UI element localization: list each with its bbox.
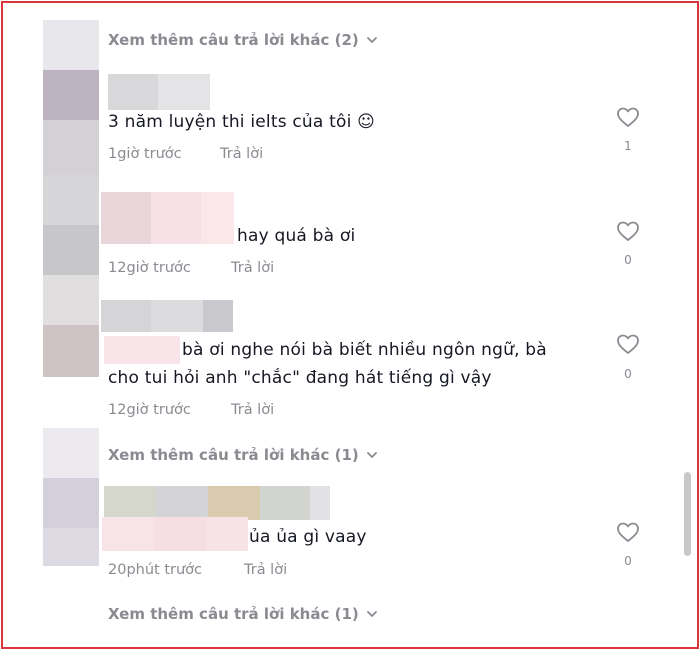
heart-outline-icon (617, 221, 639, 241)
heart-outline-icon (617, 522, 639, 542)
view-more-replies-label: Xem thêm câu trả lời khác (2) (108, 31, 359, 49)
like-button[interactable] (615, 333, 641, 355)
username-redacted[interactable] (310, 486, 330, 520)
avatar[interactable] (43, 70, 99, 120)
avatar[interactable] (43, 428, 99, 478)
chevron-down-icon (366, 37, 377, 43)
heart-outline-icon (617, 334, 639, 354)
username-redacted[interactable] (203, 300, 233, 332)
view-more-replies-button[interactable]: Xem thêm câu trả lời khác (2) (108, 31, 379, 49)
comment-timestamp: 12giờ trước (108, 402, 191, 418)
comment-timestamp: 1giờ trước (108, 146, 182, 162)
reply-button[interactable]: Trả lời (220, 146, 263, 162)
like-count: 0 (624, 367, 632, 381)
comment-text-line: bà ơi nghe nói bà biết nhiều ngôn ngữ, b… (182, 340, 547, 360)
username-redacted[interactable] (108, 74, 158, 110)
avatar[interactable] (43, 175, 99, 225)
username-redacted[interactable] (206, 517, 248, 551)
comment-text: ủa ủa gì vaay (249, 527, 367, 547)
view-more-replies-button[interactable]: Xem thêm câu trả lời khác (1) (108, 446, 379, 464)
comment-text: 3 năm luyện thi ielts của tôi ☺ (108, 112, 376, 132)
like-button[interactable] (615, 220, 641, 242)
like-button[interactable] (615, 521, 641, 543)
chevron-down-icon (366, 452, 377, 458)
username-redacted[interactable] (154, 517, 206, 551)
avatar[interactable] (43, 325, 99, 377)
avatar[interactable] (43, 275, 99, 325)
chevron-down-icon (366, 611, 377, 617)
comment-timestamp: 12giờ trước (108, 260, 191, 276)
username-redacted[interactable] (151, 192, 201, 244)
username-redacted[interactable] (102, 517, 154, 551)
heart-outline-icon (617, 107, 639, 127)
avatar[interactable] (43, 528, 99, 566)
comment-text: hay quá bà ơi (237, 226, 356, 246)
reply-button[interactable]: Trả lời (244, 562, 287, 578)
reply-button[interactable]: Trả lời (231, 402, 274, 418)
like-count: 1 (624, 139, 632, 153)
like-button[interactable] (615, 106, 641, 128)
username-redacted[interactable] (208, 486, 260, 520)
username-redacted[interactable] (104, 486, 156, 520)
view-more-replies-label: Xem thêm câu trả lời khác (1) (108, 605, 359, 623)
avatar[interactable] (43, 120, 99, 175)
like-count: 0 (624, 554, 632, 568)
scrollbar-thumb[interactable] (684, 472, 691, 556)
avatar[interactable] (43, 478, 99, 528)
username-redacted[interactable] (101, 300, 151, 332)
username-redacted[interactable] (260, 486, 310, 520)
username-redacted[interactable] (104, 336, 180, 364)
username-redacted[interactable] (158, 74, 210, 110)
reply-button[interactable]: Trả lời (231, 260, 274, 276)
avatar[interactable] (43, 20, 99, 70)
username-redacted[interactable] (101, 192, 151, 244)
comment-text-line: cho tui hỏi anh "chắc" đang hát tiếng gì… (108, 368, 492, 388)
username-redacted[interactable] (156, 486, 208, 520)
avatar[interactable] (43, 225, 99, 275)
view-more-replies-label: Xem thêm câu trả lời khác (1) (108, 446, 359, 464)
comment-timestamp: 20phút trước (108, 562, 203, 578)
view-more-replies-button[interactable]: Xem thêm câu trả lời khác (1) (108, 605, 379, 623)
username-redacted[interactable] (201, 192, 234, 244)
username-redacted[interactable] (151, 300, 203, 332)
like-count: 0 (624, 253, 632, 267)
